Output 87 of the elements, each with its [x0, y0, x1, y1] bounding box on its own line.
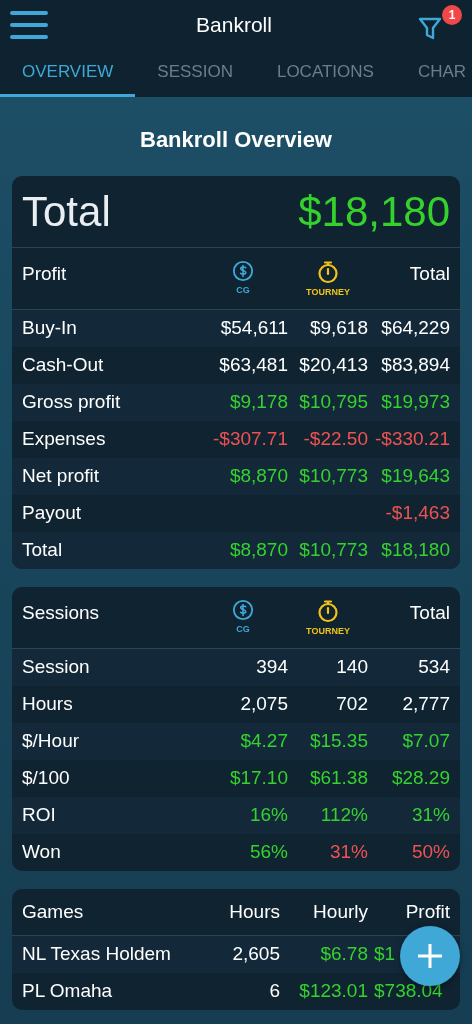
column-heading: Games	[22, 899, 85, 924]
value-cell-text: 56%	[248, 840, 288, 865]
column-heading: Total	[408, 601, 450, 625]
value-cell-text: 6	[268, 979, 280, 1004]
value-cell-text: $1	[374, 942, 396, 967]
value-cell-text: $63,481	[218, 353, 288, 378]
stopwatch-icon	[316, 599, 340, 623]
value-cell-text: $64,229	[380, 316, 450, 341]
value-cell-text: 2,075	[239, 692, 288, 717]
total-value: $18,180	[298, 187, 450, 237]
value-cell-text: 534	[417, 655, 450, 680]
value-cell-text: -$1,463	[384, 501, 450, 526]
dollar-coin-icon	[232, 260, 254, 282]
column-label: TOURNEY	[306, 286, 350, 299]
row-label: Payout	[22, 501, 83, 526]
value-cell-text: $8,870	[228, 464, 288, 489]
column-heading: Total	[408, 262, 450, 286]
value-cell-text: $83,894	[380, 353, 450, 378]
column-heading: Hours	[228, 899, 280, 924]
column-heading: Sessions	[22, 601, 101, 625]
column-heading: Profit	[404, 899, 450, 924]
column-label: TOURNEY	[306, 625, 350, 638]
value-cell-text: $19,643	[380, 464, 450, 489]
column-label: CG	[236, 623, 250, 636]
row-label: $/Hour	[22, 729, 81, 754]
row-label: $/100	[22, 766, 71, 791]
row-label: Total	[22, 538, 64, 563]
value-cell-text: 2,605	[231, 942, 280, 967]
value-cell-text: 112%	[319, 803, 368, 828]
row-label: Session	[22, 655, 91, 680]
value-cell-text: $19,973	[380, 390, 450, 415]
value-cell-text: $15.35	[308, 729, 368, 754]
column-heading: Profit	[22, 262, 68, 286]
row-label: ROI	[22, 803, 57, 828]
value-cell-text: $8,870	[228, 538, 288, 563]
value-cell-text: $28.29	[390, 766, 450, 791]
value-cell-text: $10,773	[298, 464, 368, 489]
tab[interactable]: SESSION	[135, 50, 255, 97]
total-label: Total	[22, 187, 111, 237]
tab[interactable]: OVERVIEW	[0, 50, 136, 97]
row-label: Gross profit	[22, 390, 122, 415]
row-label: Buy-In	[22, 316, 78, 341]
value-cell-text: 50%	[410, 840, 450, 865]
row-label: Won	[22, 840, 62, 865]
value-cell-text: $54,611	[219, 316, 288, 341]
tab[interactable]: CHAR	[395, 50, 472, 97]
column-heading: Hourly	[312, 899, 368, 924]
value-cell-text: 16%	[248, 803, 288, 828]
value-cell-text: $17.10	[228, 766, 288, 791]
filter-icon[interactable]	[418, 16, 442, 42]
row-label: Net profit	[22, 464, 101, 489]
value-cell-text: -$330.21	[374, 427, 450, 452]
page-title: Bankroll Overview	[139, 126, 333, 154]
row-label: Cash-Out	[22, 353, 105, 378]
notification-badge: 1	[442, 5, 462, 25]
value-cell-text: 394	[255, 655, 288, 680]
tab[interactable]: LOCATIONS	[254, 50, 396, 97]
value-cell-text: $7.07	[401, 729, 450, 754]
value-cell-text: $123.01	[298, 979, 368, 1004]
value-cell-text: $9,178	[228, 390, 288, 415]
value-cell-text: 2,777	[401, 692, 450, 717]
menu-icon	[10, 9, 50, 41]
value-cell-text: 31%	[410, 803, 450, 828]
value-cell-text: -$22.50	[302, 427, 368, 452]
value-cell-text: $738.04	[374, 979, 443, 1004]
row-label: Expenses	[22, 427, 107, 452]
value-cell-text: $10,795	[298, 390, 368, 415]
value-cell-text: $10,773	[298, 538, 368, 563]
value-cell-text: $9,618	[308, 316, 368, 341]
dollar-coin-icon	[232, 599, 254, 621]
plus-icon	[416, 942, 444, 970]
value-cell-text: 702	[335, 692, 368, 717]
stopwatch-icon	[316, 260, 340, 284]
column-label: CG	[236, 284, 250, 297]
row-label: NL Texas Holdem	[22, 942, 172, 967]
app-title: Bankroll	[196, 12, 272, 39]
value-cell-text: $18,180	[380, 538, 450, 563]
value-cell-text: -$307.71	[212, 427, 288, 452]
menu-button[interactable]	[10, 9, 50, 41]
value-cell-text: $61.38	[308, 766, 368, 791]
value-cell-text: 140	[335, 655, 368, 680]
row-label: Hours	[22, 692, 74, 717]
value-cell-text: $6.78	[319, 942, 368, 967]
row-label: PL Omaha	[22, 979, 114, 1004]
value-cell-text: $4.27	[239, 729, 288, 754]
value-cell-text: $20,413	[298, 353, 368, 378]
value-cell-text: 31%	[328, 840, 368, 865]
